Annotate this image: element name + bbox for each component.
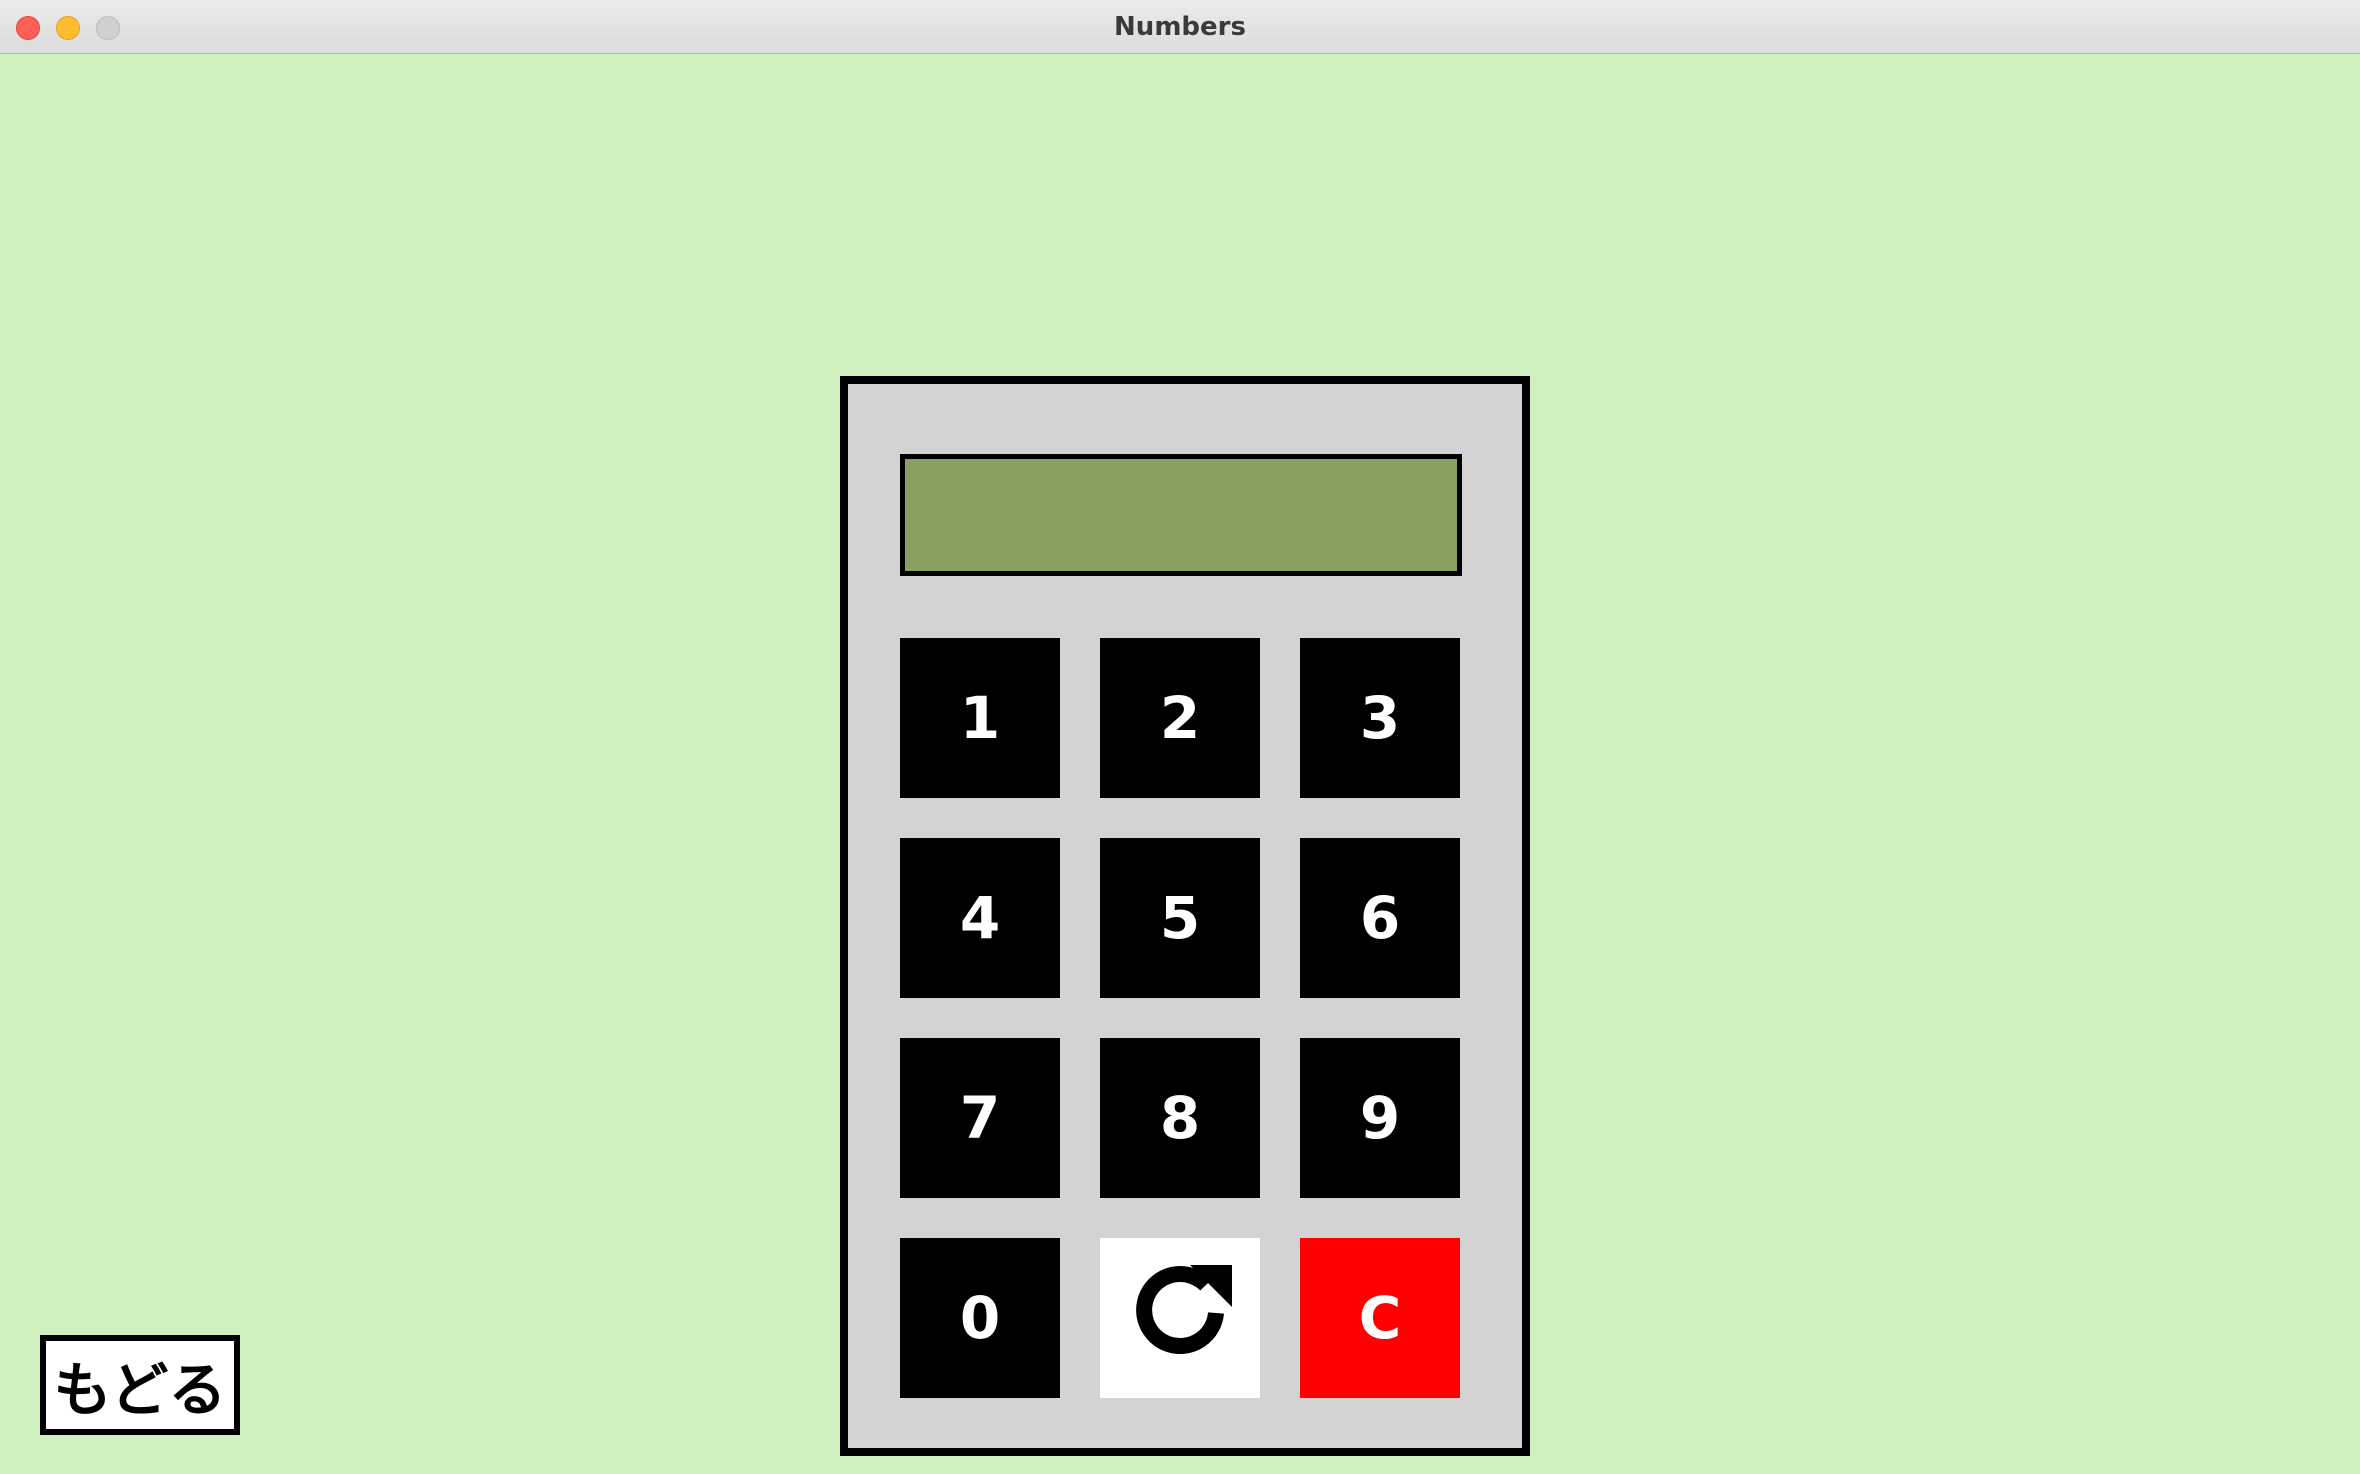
clear-button[interactable]: C <box>1300 1238 1460 1398</box>
calculator: 1 2 3 4 5 6 7 8 9 0 C <box>840 376 1530 1456</box>
app-window: Numbers 1 2 3 4 5 6 7 8 9 0 C もどる <box>0 0 2360 1474</box>
key-1-button[interactable]: 1 <box>900 638 1060 798</box>
refresh-icon <box>1120 1251 1240 1385</box>
key-5-button[interactable]: 5 <box>1100 838 1260 998</box>
key-3-button[interactable]: 3 <box>1300 638 1460 798</box>
key-6-button[interactable]: 6 <box>1300 838 1460 998</box>
key-9-button[interactable]: 9 <box>1300 1038 1460 1198</box>
key-7-button[interactable]: 7 <box>900 1038 1060 1198</box>
refresh-button[interactable] <box>1100 1238 1260 1398</box>
calculator-display <box>900 454 1462 576</box>
key-2-button[interactable]: 2 <box>1100 638 1260 798</box>
key-4-button[interactable]: 4 <box>900 838 1060 998</box>
title-bar: Numbers <box>0 0 2360 54</box>
key-8-button[interactable]: 8 <box>1100 1038 1260 1198</box>
window-title: Numbers <box>1114 12 1246 42</box>
back-button[interactable]: もどる <box>40 1335 240 1435</box>
key-0-button[interactable]: 0 <box>900 1238 1060 1398</box>
